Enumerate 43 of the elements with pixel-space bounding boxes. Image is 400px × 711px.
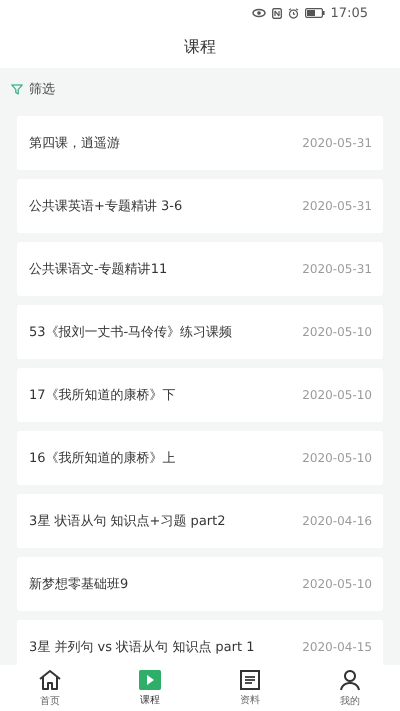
course-card[interactable]: 公共课语文-专题精讲11 2020-05-31 [17, 242, 383, 296]
nav-tab[interactable]: 我的 [300, 665, 400, 711]
course-date: 2020-04-16 [302, 514, 372, 528]
battery-icon [304, 8, 325, 18]
course-date: 2020-05-10 [302, 451, 372, 465]
course-title: 16《我所知道的康桥》上 [29, 450, 176, 467]
course-card[interactable]: 17《我所知道的康桥》下 2020-05-10 [17, 368, 383, 422]
course-title: 17《我所知道的康桥》下 [29, 387, 176, 404]
course-card[interactable]: 第四课，逍遥游 2020-05-31 [17, 116, 383, 170]
course-date: 2020-05-10 [302, 388, 372, 402]
nav-tab[interactable]: 首页 [0, 665, 100, 711]
course-card[interactable]: 公共课英语+专题精讲 3-6 2020-05-31 [17, 179, 383, 233]
filter-button[interactable]: 筛选 [11, 80, 55, 98]
course-title: 53《报刘一丈书-马伶传》练习课频 [29, 324, 232, 341]
status-time: 17:05 [330, 6, 368, 20]
course-date: 2020-05-31 [302, 199, 372, 213]
course-card[interactable]: 3星 并列句 vs 状语从句 知识点 part 1 2020-04-15 [17, 620, 383, 665]
course-date: 2020-04-15 [302, 640, 372, 654]
nav-tab[interactable]: 资料 [200, 665, 300, 711]
course-title: 第四课，逍遥游 [29, 135, 120, 152]
course-title: 公共课英语+专题精讲 3-6 [29, 198, 182, 215]
page-title: 课程 [184, 36, 216, 58]
course-date: 2020-05-10 [302, 577, 372, 591]
course-title: 新梦想零基础班9 [29, 576, 128, 593]
course-card[interactable]: 53《报刘一丈书-马伶传》练习课频 2020-05-10 [17, 305, 383, 359]
filter-icon [11, 84, 23, 94]
course-title: 3星 状语从句 知识点+习题 part2 [29, 513, 226, 530]
course-title: 3星 并列句 vs 状语从句 知识点 part 1 [29, 639, 254, 656]
home-icon [38, 668, 62, 690]
course-date: 2020-05-31 [302, 262, 372, 276]
document-icon [240, 670, 260, 690]
user-icon [339, 668, 361, 690]
nfc-icon [272, 8, 282, 18]
course-card[interactable]: 16《我所知道的康桥》上 2020-05-10 [17, 431, 383, 485]
course-card[interactable]: 新梦想零基础班9 2020-05-10 [17, 557, 383, 611]
alarm-icon [288, 8, 299, 18]
play-icon [139, 670, 161, 690]
course-card[interactable]: 3星 状语从句 知识点+习题 part2 2020-04-16 [17, 494, 383, 548]
nav-tab[interactable]: 课程 [100, 665, 200, 711]
course-title: 公共课语文-专题精讲11 [29, 261, 168, 278]
course-date: 2020-05-10 [302, 325, 372, 339]
eye-icon [252, 8, 266, 18]
course-date: 2020-05-31 [302, 136, 372, 150]
